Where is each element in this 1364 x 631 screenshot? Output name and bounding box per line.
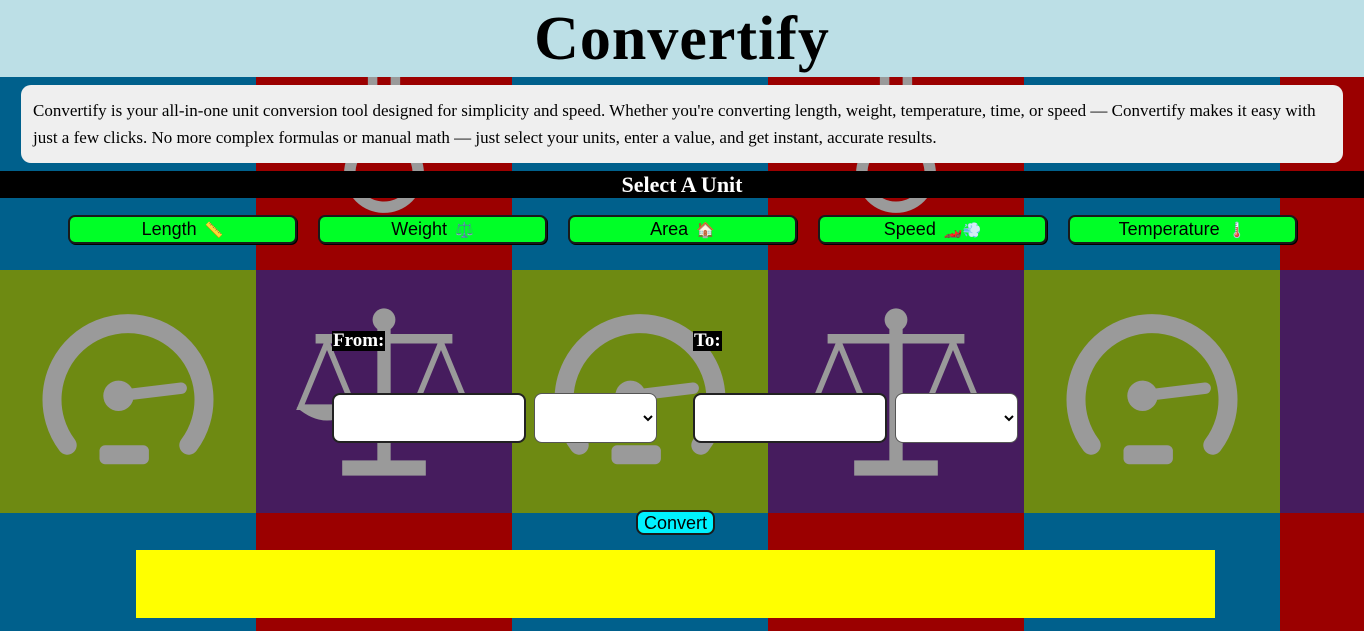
convert-button[interactable]: Convert [636,510,715,535]
select-unit-heading: Select A Unit [0,171,1364,198]
speedometer-icon [0,270,256,513]
scales-icon: ⚖️ [455,221,474,239]
scales-icon [256,270,512,513]
to-unit-select[interactable] [895,393,1018,443]
house-icon: 🏠 [696,221,715,239]
from-unit-select[interactable] [534,393,657,443]
temperature-button[interactable]: Temperature 🌡️ [1068,215,1297,244]
length-button[interactable]: Length 📏 [68,215,297,244]
weight-button[interactable]: Weight ⚖️ [318,215,547,244]
to-label: To: [693,330,722,351]
area-button[interactable]: Area 🏠 [568,215,797,244]
weight-label: Weight [391,219,447,239]
intro-description: Convertify is your all-in-one unit conve… [21,85,1343,163]
from-value-input[interactable] [332,393,526,443]
speed-button[interactable]: Speed 🏎️💨 [818,215,1047,244]
temperature-label: Temperature [1118,219,1220,239]
scales-icon [768,270,1024,513]
speedometer-icon [1024,270,1280,513]
speedometer-icon [512,270,768,513]
from-label: From: [332,330,386,351]
area-label: Area [650,219,689,239]
header: Convertify [0,0,1364,77]
race-car-icon: 🏎️💨 [943,221,982,239]
length-label: Length [141,219,197,239]
page-title: Convertify [534,5,830,73]
thermometer-icon [1280,513,1364,631]
thermometer-icon: 🌡️ [1227,221,1247,239]
to-value-input[interactable] [693,393,887,443]
result-display [136,550,1215,618]
scales-icon [1280,270,1364,513]
speed-label: Speed [883,219,936,239]
ruler-icon: 📏 [204,221,224,239]
